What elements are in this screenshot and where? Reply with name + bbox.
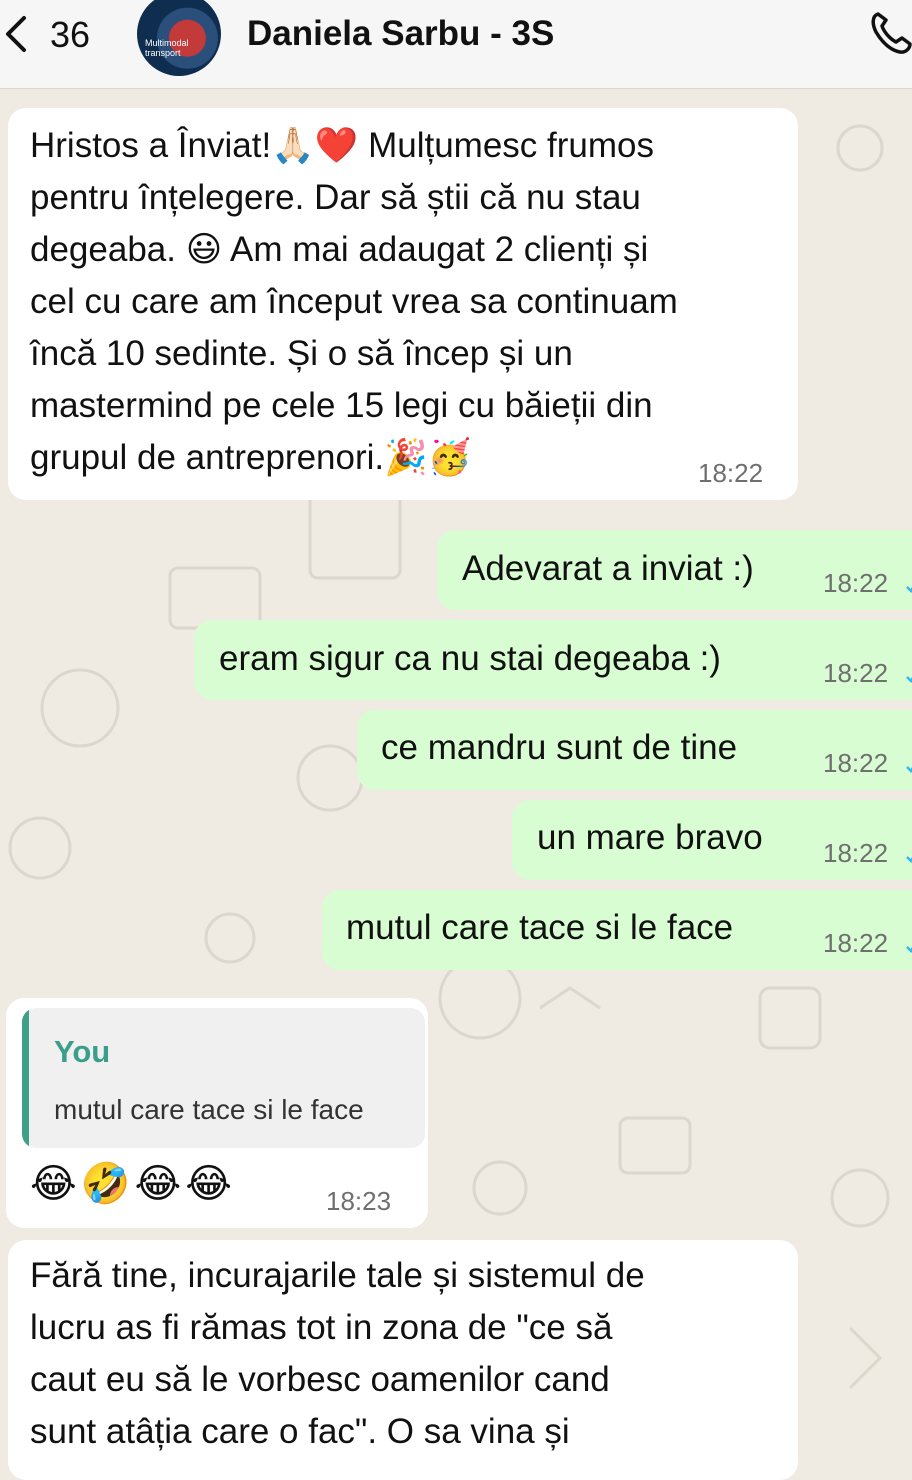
message-time: 18:22 xyxy=(823,658,889,688)
message-time: 18:22 xyxy=(823,838,889,868)
chat-header: 36 Multimodal transport Daniela Sarbu - … xyxy=(0,0,912,89)
message-bubble-outgoing[interactable]: eram sigur ca nu stai degeaba :) 18:22 xyxy=(194,620,912,700)
message-text: Hristos a Înviat!🙏🏻❤️ Mulțumesc frumos p… xyxy=(30,126,678,477)
message-bubble-incoming[interactable]: Fără tine, incurajarile tale și sistemul… xyxy=(8,1240,798,1480)
chevron-left-icon[interactable] xyxy=(2,12,32,56)
read-tick-icon xyxy=(906,946,912,954)
message-text: eram sigur ca nu stai degeaba :) xyxy=(219,639,721,678)
message-text: Adevarat a inviat :) xyxy=(462,549,754,588)
message-text: mutul care tace si le face xyxy=(346,908,734,947)
read-tick-icon xyxy=(906,676,912,684)
contact-name[interactable]: Daniela Sarbu - 3S xyxy=(247,14,554,54)
message-bubble-outgoing[interactable]: Adevarat a inviat :) 18:22 xyxy=(437,530,912,610)
message-bubble-incoming[interactable]: Hristos a Înviat!🙏🏻❤️ Mulțumesc frumos p… xyxy=(8,108,798,500)
quoted-message[interactable]: You mutul care tace si le face xyxy=(22,1008,425,1148)
quote-accent-bar xyxy=(22,1008,29,1148)
message-bubble-incoming-reply[interactable]: You mutul care tace si le face 😂🤣😂😂 18:2… xyxy=(6,998,428,1228)
phone-icon[interactable] xyxy=(868,8,912,56)
message-bubble-outgoing[interactable]: un mare bravo 18:22 xyxy=(512,800,912,880)
read-tick-icon xyxy=(906,586,912,594)
message-time: 18:22 xyxy=(823,568,889,598)
message-text: Fără tine, incurajarile tale și sistemul… xyxy=(30,1256,645,1451)
message-text: 😂🤣😂😂 xyxy=(30,1161,237,1207)
read-tick-icon xyxy=(906,856,912,864)
avatar-label: Multimodal transport xyxy=(145,38,189,58)
message-time: 18:22 xyxy=(698,458,764,488)
message-text: ce mandru sunt de tine xyxy=(381,728,738,767)
message-bubble-outgoing[interactable]: mutul care tace si le face 18:22 xyxy=(322,890,912,970)
message-text: un mare bravo xyxy=(537,818,763,857)
message-time: 18:23 xyxy=(326,1186,392,1216)
message-bubble-outgoing[interactable]: ce mandru sunt de tine 18:22 xyxy=(357,710,912,790)
read-tick-icon xyxy=(906,766,912,774)
quote-text: mutul care tace si le face xyxy=(54,1094,364,1125)
message-time: 18:22 xyxy=(823,928,889,958)
message-time: 18:22 xyxy=(823,748,889,778)
quote-author: You xyxy=(54,1034,111,1069)
avatar[interactable]: Multimodal transport xyxy=(137,0,221,76)
unread-count[interactable]: 36 xyxy=(50,14,90,56)
